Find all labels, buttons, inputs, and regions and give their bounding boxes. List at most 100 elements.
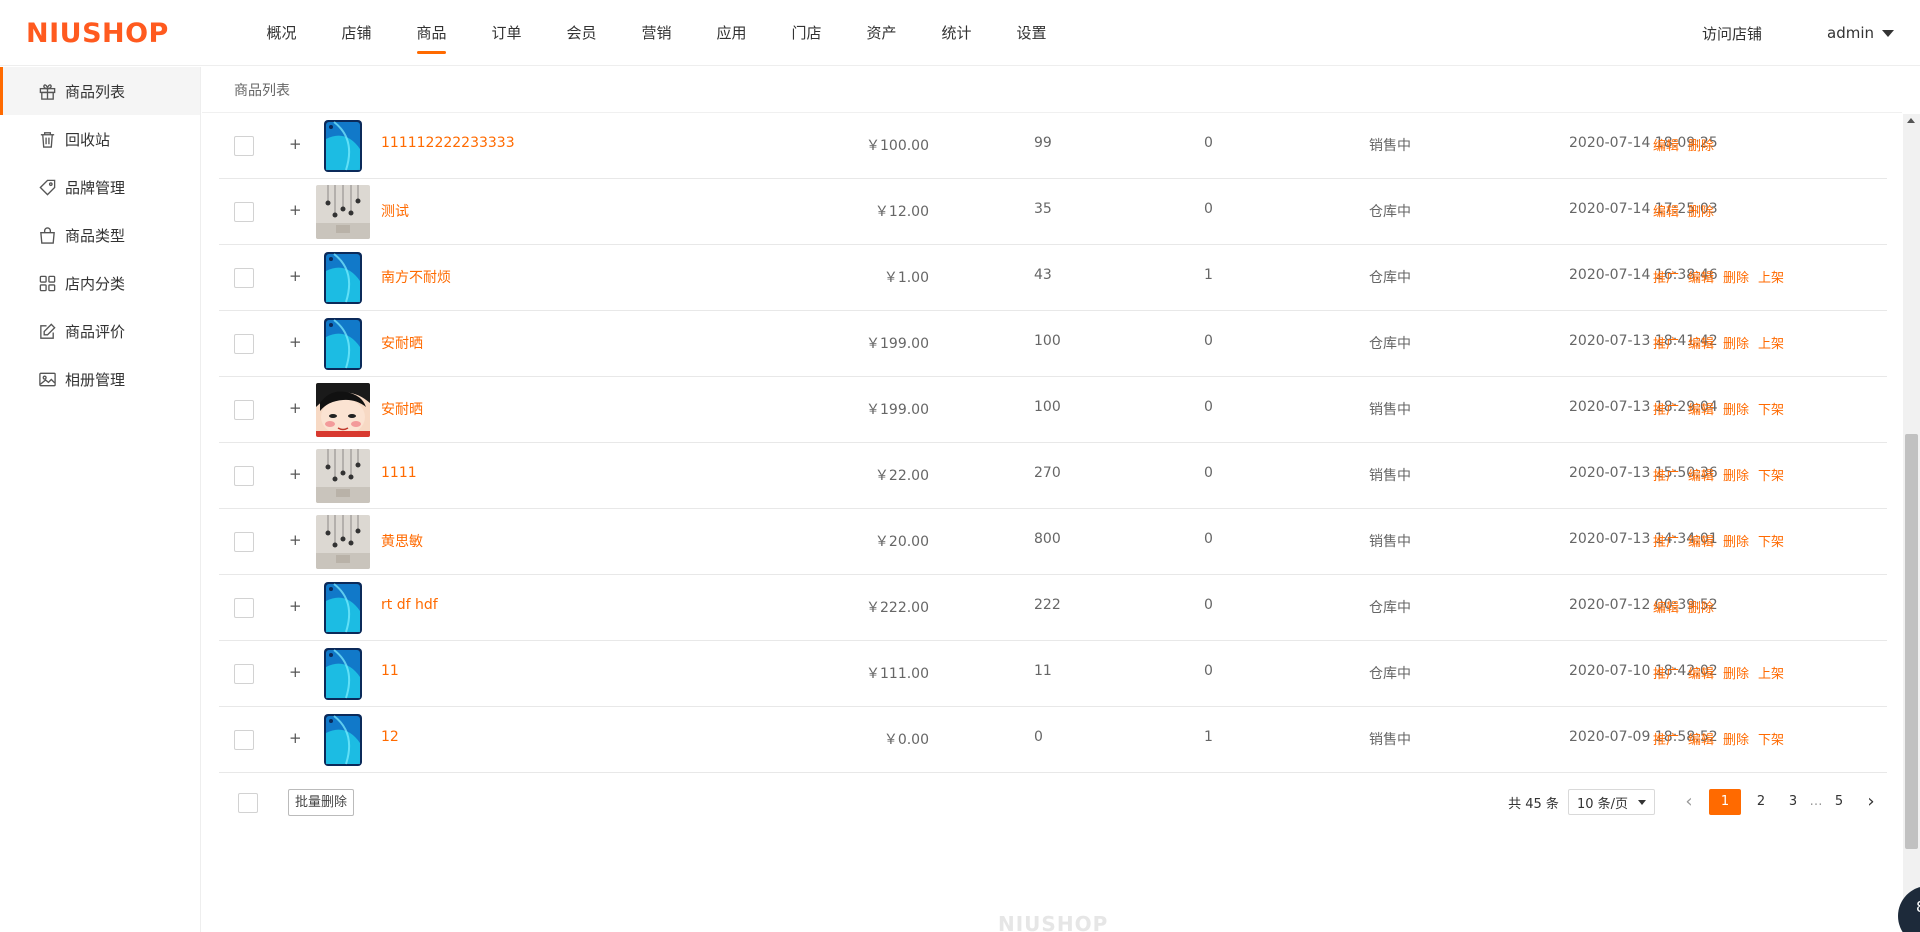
row-checkbox[interactable] [234, 598, 254, 618]
row-checkbox[interactable] [234, 334, 254, 354]
row-checkbox[interactable] [234, 730, 254, 750]
row-action-button[interactable]: 删除 [1723, 729, 1749, 748]
row-action-button[interactable]: 推广 [1653, 729, 1679, 748]
page-3-button[interactable]: 3 [1777, 789, 1809, 815]
row-action-button[interactable]: 上架 [1758, 333, 1784, 352]
row-checkbox[interactable] [234, 532, 254, 552]
nav-item-2[interactable]: 商品 [394, 0, 469, 66]
goods-name-link[interactable]: 测试 [381, 201, 409, 221]
row-action-button[interactable]: 删除 [1688, 135, 1714, 154]
expand-icon[interactable]: + [289, 729, 302, 747]
row-checkbox[interactable] [234, 400, 254, 420]
goods-thumbnail[interactable] [316, 185, 370, 239]
goods-name-link[interactable]: 安耐晒 [381, 333, 423, 353]
select-all-checkbox[interactable] [238, 793, 258, 813]
expand-icon[interactable]: + [289, 531, 302, 549]
row-action-button[interactable]: 编辑 [1688, 663, 1714, 682]
row-action-button[interactable]: 下架 [1758, 399, 1784, 418]
row-action-button[interactable]: 编辑 [1688, 333, 1714, 352]
sidebar-item-3[interactable]: 商品类型 [0, 211, 200, 259]
goods-name-link[interactable]: rt df hdf [381, 597, 438, 613]
row-action-button[interactable]: 编辑 [1688, 531, 1714, 550]
nav-item-5[interactable]: 营销 [619, 0, 694, 66]
goods-name-link[interactable]: 11 [381, 663, 399, 679]
row-action-button[interactable]: 下架 [1758, 465, 1784, 484]
goods-thumbnail[interactable] [316, 713, 370, 767]
page-2-button[interactable]: 2 [1745, 789, 1777, 815]
sidebar-item-4[interactable]: 店内分类 [0, 259, 200, 307]
page-1-button[interactable]: 1 [1709, 789, 1741, 815]
row-action-button[interactable]: 删除 [1723, 267, 1749, 286]
row-action-button[interactable]: 编辑 [1653, 201, 1679, 220]
row-action-button[interactable]: 推广 [1653, 531, 1679, 550]
row-action-button[interactable]: 上架 [1758, 267, 1784, 286]
expand-icon[interactable]: + [289, 597, 302, 615]
nav-item-1[interactable]: 店铺 [319, 0, 394, 66]
expand-icon[interactable]: + [289, 267, 302, 285]
expand-icon[interactable]: + [289, 663, 302, 681]
row-action-button[interactable]: 编辑 [1688, 267, 1714, 286]
row-action-button[interactable]: 编辑 [1653, 597, 1679, 616]
goods-thumbnail[interactable] [316, 515, 370, 569]
next-page-button[interactable]: › [1855, 789, 1887, 815]
sidebar-item-5[interactable]: 商品评价 [0, 307, 200, 355]
row-action-button[interactable]: 上架 [1758, 663, 1784, 682]
row-action-button[interactable]: 删除 [1723, 663, 1749, 682]
expand-icon[interactable]: + [289, 465, 302, 483]
row-action-button[interactable]: 删除 [1688, 201, 1714, 220]
nav-item-0[interactable]: 概况 [244, 0, 319, 66]
expand-icon[interactable]: + [289, 201, 302, 219]
goods-name-link[interactable]: 1111 [381, 465, 417, 481]
row-action-button[interactable]: 推广 [1653, 465, 1679, 484]
page-scrollbar[interactable] [1903, 114, 1920, 932]
row-action-button[interactable]: 删除 [1723, 399, 1749, 418]
row-action-button[interactable]: 推广 [1653, 333, 1679, 352]
scroll-thumb[interactable] [1905, 434, 1918, 849]
row-action-button[interactable]: 编辑 [1653, 135, 1679, 154]
sidebar-item-1[interactable]: 回收站 [0, 115, 200, 163]
batch-delete-button[interactable]: 批量删除 [288, 789, 355, 816]
sidebar-item-2[interactable]: 品牌管理 [0, 163, 200, 211]
goods-name-link[interactable]: 12 [381, 729, 399, 745]
row-checkbox[interactable] [234, 202, 254, 222]
goods-name-link[interactable]: 安耐晒 [381, 399, 423, 419]
nav-item-9[interactable]: 统计 [919, 0, 994, 66]
user-menu[interactable]: admin [1827, 24, 1894, 42]
row-action-button[interactable]: 编辑 [1688, 399, 1714, 418]
goods-thumbnail[interactable] [316, 251, 370, 305]
sidebar-item-6[interactable]: 相册管理 [0, 355, 200, 403]
goods-thumbnail[interactable] [316, 647, 370, 701]
row-action-button[interactable]: 推广 [1653, 663, 1679, 682]
goods-thumbnail[interactable] [316, 119, 370, 173]
row-action-button[interactable]: 推广 [1653, 267, 1679, 286]
expand-icon[interactable]: + [289, 135, 302, 153]
row-action-button[interactable]: 编辑 [1688, 465, 1714, 484]
page-size-select[interactable]: 10 条/页 [1567, 789, 1655, 815]
nav-item-8[interactable]: 资产 [844, 0, 919, 66]
niushop-logo[interactable]: NIUSHOP [26, 18, 169, 49]
row-checkbox[interactable] [234, 136, 254, 156]
row-action-button[interactable]: 删除 [1723, 333, 1749, 352]
row-checkbox[interactable] [234, 268, 254, 288]
goods-thumbnail[interactable] [316, 581, 370, 635]
nav-item-4[interactable]: 会员 [544, 0, 619, 66]
row-checkbox[interactable] [234, 466, 254, 486]
row-checkbox[interactable] [234, 664, 254, 684]
goods-name-link[interactable]: 南方不耐烦 [381, 267, 451, 287]
row-action-button[interactable]: 删除 [1723, 465, 1749, 484]
nav-item-3[interactable]: 订单 [469, 0, 544, 66]
row-action-button[interactable]: 下架 [1758, 729, 1784, 748]
expand-icon[interactable]: + [289, 399, 302, 417]
nav-item-10[interactable]: 设置 [994, 0, 1069, 66]
prev-page-button[interactable]: ‹ [1673, 789, 1705, 815]
row-action-button[interactable]: 删除 [1723, 531, 1749, 550]
goods-thumbnail[interactable] [316, 317, 370, 371]
expand-icon[interactable]: + [289, 333, 302, 351]
nav-item-6[interactable]: 应用 [694, 0, 769, 66]
row-action-button[interactable]: 删除 [1688, 597, 1714, 616]
goods-thumbnail[interactable] [316, 383, 370, 437]
page-5-button[interactable]: 5 [1823, 789, 1855, 815]
scroll-up-arrow-icon[interactable] [1907, 118, 1915, 123]
goods-thumbnail[interactable] [316, 449, 370, 503]
row-action-button[interactable]: 下架 [1758, 531, 1784, 550]
